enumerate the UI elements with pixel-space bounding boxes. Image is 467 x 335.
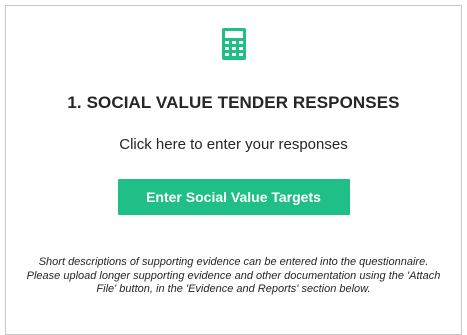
- section-title: 1. SOCIAL VALUE TENDER RESPONSES: [67, 93, 400, 112]
- calculator-icon: [221, 28, 246, 60]
- icon-container: [6, 28, 461, 60]
- supporting-evidence-note: Short descriptions of supporting evidenc…: [26, 256, 441, 295]
- enter-social-value-targets-button[interactable]: Enter Social Value Targets: [117, 179, 350, 215]
- button-container: Enter Social Value Targets: [6, 179, 461, 215]
- social-value-card: 1. SOCIAL VALUE TENDER RESPONSES Click h…: [5, 5, 462, 335]
- section-subtitle: Click here to enter your responses: [119, 136, 348, 153]
